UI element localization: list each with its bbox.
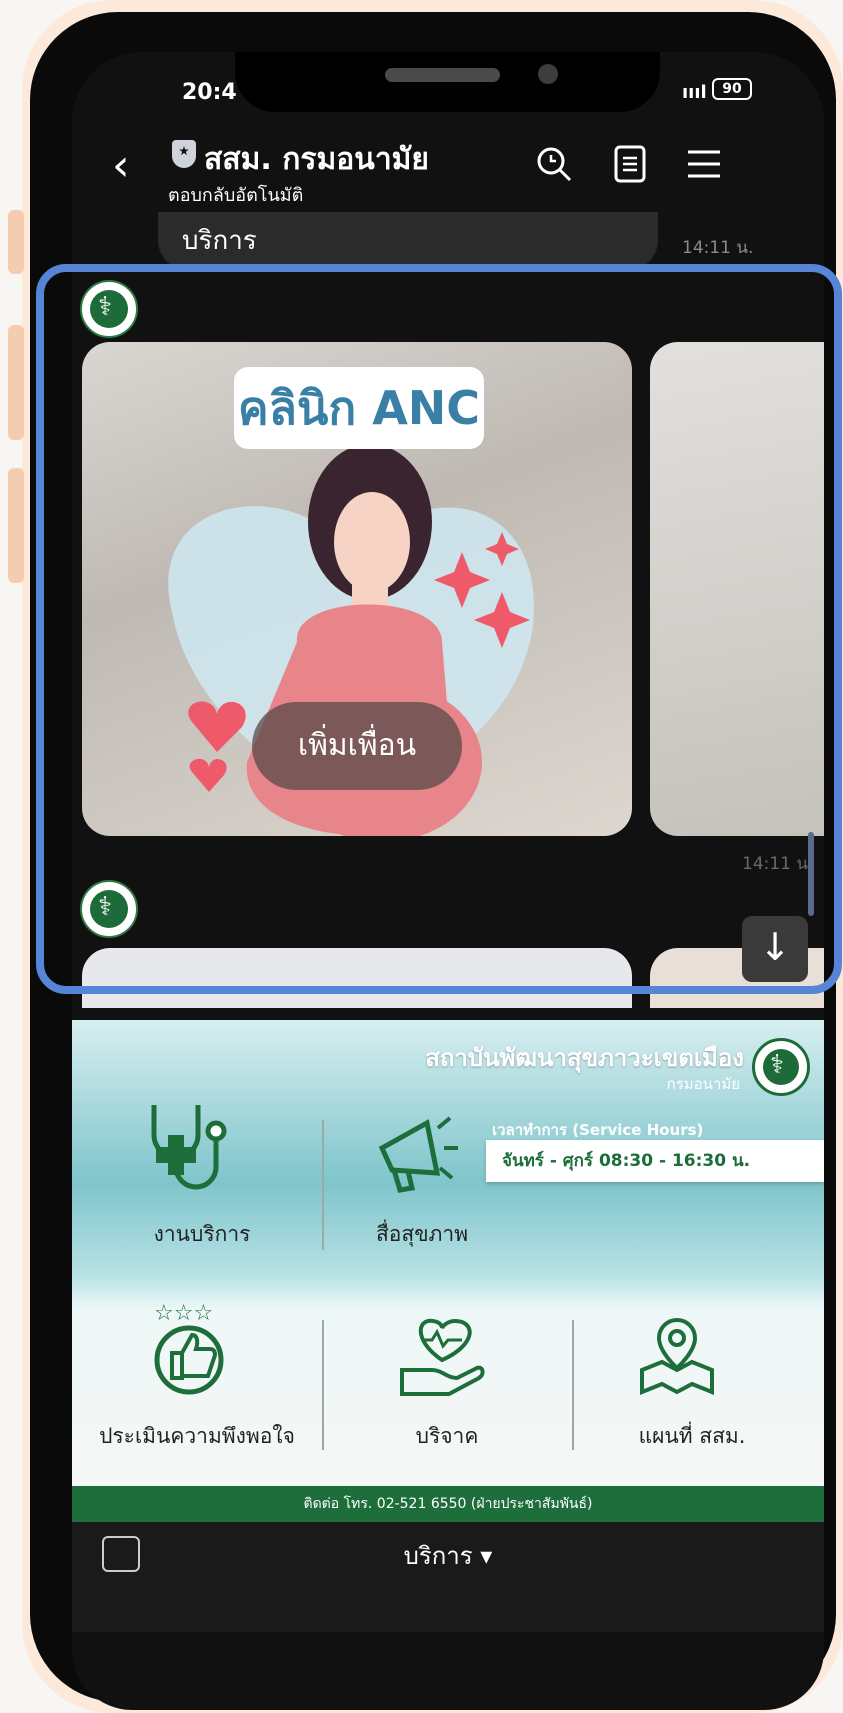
front-camera [538,64,558,84]
back-arrow-icon[interactable]: ‹ [112,144,130,188]
message-timestamp: 14:11 น. [682,238,754,258]
hours-label: เวลาทำการ (Service Hours) [492,1121,704,1139]
map-pin-icon [640,1317,714,1395]
chat-title: สสม. กรมอนามัย [204,142,430,177]
org-subname: กรมอนามัย [666,1075,740,1093]
mute-switch [8,210,24,274]
search-icon[interactable] [534,144,574,184]
chat-subtitle: ตอบกลับอัตโนมัติ [168,185,304,206]
volume-down-button [8,468,24,583]
menu-item-donate[interactable]: บริจาค [372,1420,522,1453]
highlight-box [36,264,842,994]
battery-icon: 90 [712,78,752,100]
contact-banner: ติดต่อ โทร. 02-521 6550 (ฝ่ายประชาสัมพัน… [72,1486,824,1522]
thumbs-up-icon: ☆☆☆ [154,1301,224,1395]
megaphone-icon [378,1116,458,1193]
signal-icon: ıııl [682,82,707,103]
rich-menu: สถาบันพัฒนาสุขภาวะเขตเมือง กรมอนามัย เวล… [72,1020,824,1486]
svg-text:☆☆☆: ☆☆☆ [154,1301,213,1326]
verified-shield-icon [172,140,196,168]
menu-item-map[interactable]: แผนที่ สสม. [592,1420,792,1453]
menu-divider [322,1320,324,1450]
notes-icon[interactable] [610,144,650,184]
ministry-logo [752,1038,810,1096]
menu-item-satisfaction-survey[interactable]: ประเมินความพึงพอใจ [72,1420,322,1453]
status-time: 20:4 [182,80,237,105]
menu-item-health-media[interactable]: สื่อสุขภาพ [342,1218,502,1251]
hours-value: จันทร์ - ศุกร์ 08:30 - 16:30 น. [486,1140,824,1182]
menu-icon[interactable] [684,144,724,184]
menu-item-services[interactable]: งานบริการ [112,1218,292,1251]
menu-divider [572,1320,574,1450]
heart-hand-icon [400,1318,485,1396]
message-text: บริการ [182,226,257,256]
menu-divider [322,1120,324,1250]
stethoscope-icon [151,1105,227,1190]
rich-menu-toggle[interactable]: บริการ ▾ [72,1536,824,1575]
volume-up-button [8,325,24,440]
notch [235,52,660,112]
speaker [385,68,500,82]
